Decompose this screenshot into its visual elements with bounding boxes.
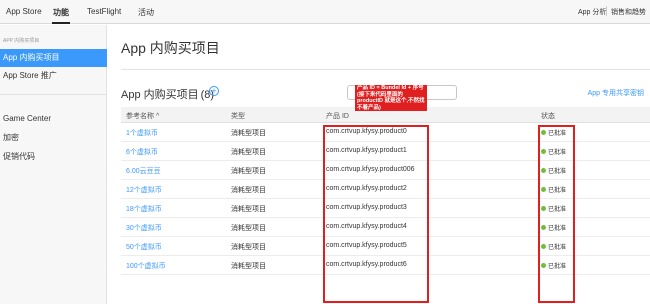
product-name-link[interactable]: 100个虚拟币	[126, 261, 166, 271]
page-title: App 内购买项目	[121, 40, 220, 56]
product-type: 消耗型项目	[231, 206, 266, 213]
top-navigation-bar: App Store 功能 TestFlight 活动 App 分析 销售和趋势	[0, 0, 650, 24]
tab-features[interactable]: 功能	[53, 7, 69, 18]
sidebar-item-app-store-promotion[interactable]: App Store 推广	[0, 67, 107, 85]
column-header-status[interactable]: 状态	[541, 111, 555, 121]
section-title: App 内购买项目 (8)	[121, 86, 214, 102]
column-header-product-id[interactable]: 产品 ID	[326, 111, 349, 121]
product-type: 消耗型项目	[231, 187, 266, 194]
product-name-link[interactable]: 6个虚拟币	[126, 147, 158, 157]
product-type: 消耗型项目	[231, 149, 266, 156]
product-name-link[interactable]: 30个虚拟币	[126, 223, 162, 233]
tab-app-store[interactable]: App Store	[6, 7, 42, 16]
title-divider	[121, 69, 650, 70]
add-icon[interactable]: +	[209, 86, 219, 96]
main-content: App 内购买项目 App 内购买项目 (8) + App 专用共享密钥 参考名称…	[107, 25, 650, 304]
status-highlight-box	[538, 125, 575, 303]
sidebar-item-in-app-purchases[interactable]: App 内购买项目	[0, 49, 107, 67]
shared-secret-link[interactable]: App 专用共享密钥	[588, 88, 644, 98]
sidebar-divider	[0, 94, 107, 95]
app-analytics-link[interactable]: App 分析	[578, 7, 606, 17]
product-name-link[interactable]: 6.00云豆豆	[126, 166, 161, 176]
product-id-highlight-box	[323, 125, 429, 303]
annotation-callout: 产品 ID = Bundel Id + 序号 (接下来代码里面的 product…	[355, 85, 427, 111]
tab-activity[interactable]: 活动	[138, 7, 154, 18]
product-type: 消耗型项目	[231, 130, 266, 137]
sidebar-item-game-center[interactable]: Game Center	[0, 110, 107, 128]
product-name-link[interactable]: 1个虚拟币	[126, 128, 158, 138]
product-name-link[interactable]: 50个虚拟币	[126, 242, 162, 252]
sidebar-item-encryption[interactable]: 加密	[0, 129, 107, 147]
sidebar-item-promo-codes[interactable]: 促销代码	[0, 148, 107, 166]
product-name-link[interactable]: 12个虚拟币	[126, 185, 162, 195]
active-tab-indicator	[52, 22, 70, 24]
sales-trends-link[interactable]: 销售和趋势	[611, 7, 646, 17]
product-type: 消耗型项目	[231, 263, 266, 270]
sidebar: APP 内购买项目 App 内购买项目 App Store 推广 Game Ce…	[0, 25, 107, 304]
tab-testflight[interactable]: TestFlight	[87, 7, 121, 16]
column-header-name[interactable]: 参考名称 ^	[126, 111, 159, 121]
product-name-link[interactable]: 18个虚拟币	[126, 204, 162, 214]
nav-separator	[606, 6, 607, 16]
product-type: 消耗型项目	[231, 225, 266, 232]
column-header-type[interactable]: 类型	[231, 111, 245, 121]
product-type: 消耗型项目	[231, 168, 266, 175]
section-title-text: App 内购买项目	[121, 89, 199, 101]
sidebar-section-label: APP 内购买项目	[3, 38, 40, 44]
product-type: 消耗型项目	[231, 244, 266, 251]
